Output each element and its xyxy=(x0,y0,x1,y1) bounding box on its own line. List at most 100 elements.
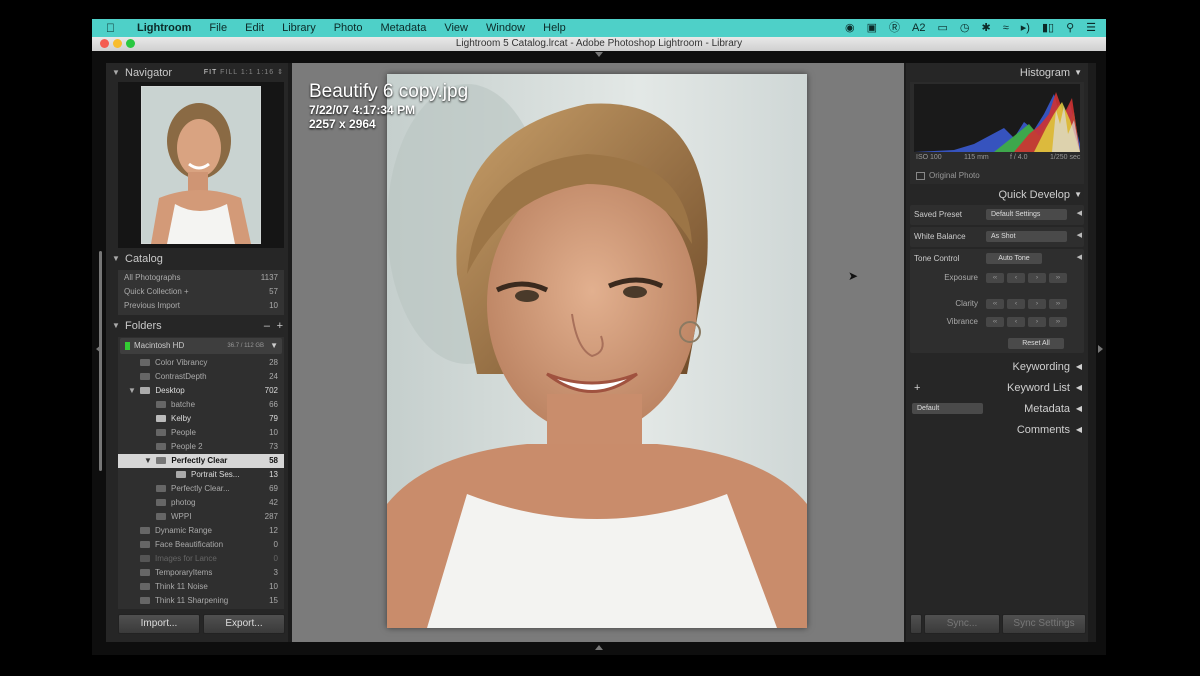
folder-item[interactable]: Think 11 Noise 10 xyxy=(118,580,284,594)
search-icon[interactable]: ⚲ xyxy=(1066,19,1074,37)
notification-icon[interactable]: ☰ xyxy=(1086,19,1096,37)
catalog-header[interactable]: ▼ Catalog xyxy=(106,250,288,268)
folder-item-selected[interactable]: ▼ Perfectly Clear 58 xyxy=(118,454,284,468)
folder-item[interactable]: WPPI 287 xyxy=(118,510,284,524)
quick-develop-header[interactable]: Quick Develop ▼ xyxy=(906,186,1088,204)
bluetooth-icon[interactable]: ✱ xyxy=(982,19,991,37)
zoom-window-button[interactable] xyxy=(126,39,135,48)
comments-header[interactable]: Comments ◀ xyxy=(906,421,1088,439)
script-icon[interactable]: Ⓡ xyxy=(889,19,900,37)
histogram-header[interactable]: Histogram ▼ xyxy=(906,64,1088,82)
left-scrollbar[interactable] xyxy=(99,251,102,471)
vibrance-dec-large[interactable]: ‹‹ xyxy=(986,317,1004,327)
nav-mode-arrows-icon[interactable]: ⇕ xyxy=(277,69,284,76)
folder-item[interactable]: Face Beautification 0 xyxy=(118,538,284,552)
expand-triangle-icon[interactable]: ▼ xyxy=(144,456,152,465)
menu-edit[interactable]: Edit xyxy=(236,19,273,37)
loupe-view[interactable]: Beautify 6 copy.jpg 7/22/07 4:17:34 PM 2… xyxy=(292,63,904,642)
menu-library[interactable]: Library xyxy=(273,19,325,37)
navigator-header[interactable]: ▼ Navigator FIT FILL 1:1 1:16 ⇕ xyxy=(106,64,288,82)
folder-item[interactable]: Images for Lance 0 xyxy=(118,552,284,566)
exposure-dec-small[interactable]: ‹ xyxy=(1007,273,1025,283)
add-keyword-button[interactable]: + xyxy=(914,379,920,397)
creative-cloud-icon[interactable]: ◉ xyxy=(845,19,855,37)
top-panel-toggle[interactable] xyxy=(595,52,603,57)
time-machine-icon[interactable]: ◷ xyxy=(960,19,970,37)
expand-arrow-icon[interactable]: ◀ xyxy=(1077,209,1082,217)
folder-item[interactable]: People 10 xyxy=(118,426,284,440)
folder-item[interactable]: Perfectly Clear... 69 xyxy=(118,482,284,496)
sync-button[interactable]: Sync... xyxy=(924,614,1000,634)
folder-item[interactable]: Kelby 79 xyxy=(118,412,284,426)
folder-item[interactable]: Think 11 Sharpening 15 xyxy=(118,594,284,608)
keyword-list-header[interactable]: + Keyword List ◀ xyxy=(906,379,1088,397)
adobe-icon[interactable]: A2 xyxy=(912,19,925,37)
sync-toggle-switch[interactable] xyxy=(910,614,922,634)
folder-item[interactable]: ContrastDepth 24 xyxy=(118,370,284,384)
white-balance-select[interactable]: As Shot xyxy=(986,231,1067,242)
main-photo[interactable] xyxy=(387,74,807,628)
catalog-item-previous-import[interactable]: Previous Import 10 xyxy=(118,299,284,313)
battery-icon[interactable]: ▮▯ xyxy=(1042,19,1054,37)
nav-mode-1-16[interactable]: 1:16 xyxy=(257,69,275,76)
expand-arrow-icon[interactable]: ◀ xyxy=(1077,231,1082,239)
clarity-dec-large[interactable]: ‹‹ xyxy=(986,299,1004,309)
app-status-icon[interactable]: ▣ xyxy=(867,19,877,37)
remove-folder-button[interactable]: – xyxy=(264,317,270,335)
menu-metadata[interactable]: Metadata xyxy=(371,19,435,37)
bottom-panel-toggle[interactable] xyxy=(595,645,603,650)
clarity-inc-small[interactable]: › xyxy=(1028,299,1046,309)
nav-mode-fill[interactable]: FILL xyxy=(220,69,238,76)
folder-item[interactable]: ▼ Desktop 702 xyxy=(118,384,284,398)
saved-preset-select[interactable]: Default Settings xyxy=(986,209,1067,220)
catalog-item-all-photographs[interactable]: All Photographs 1137 xyxy=(118,271,284,285)
menu-photo[interactable]: Photo xyxy=(325,19,372,37)
right-panel-toggle[interactable] xyxy=(1098,345,1103,353)
keywording-header[interactable]: Keywording ◀ xyxy=(906,358,1088,376)
menu-file[interactable]: File xyxy=(200,19,236,37)
close-window-button[interactable] xyxy=(100,39,109,48)
checkbox-icon[interactable] xyxy=(916,171,925,180)
expand-triangle-icon[interactable]: ▼ xyxy=(128,386,136,395)
menu-help[interactable]: Help xyxy=(534,19,575,37)
volume-macintosh-hd[interactable]: Macintosh HD 36.7 / 112 GB ▼ xyxy=(120,338,282,354)
menu-view[interactable]: View xyxy=(435,19,477,37)
minimize-window-button[interactable] xyxy=(113,39,122,48)
reset-all-button[interactable]: Reset All xyxy=(1008,338,1064,349)
metadata-preset-select[interactable]: Default xyxy=(912,403,983,414)
clarity-inc-large[interactable]: ›› xyxy=(1049,299,1067,309)
wifi-icon[interactable]: ≈ xyxy=(1003,19,1009,37)
volume-icon[interactable]: ▸) xyxy=(1021,19,1030,37)
apple-icon[interactable]:  xyxy=(106,19,115,37)
nav-mode-fit[interactable]: FIT xyxy=(204,69,217,76)
exposure-inc-large[interactable]: ›› xyxy=(1049,273,1067,283)
original-photo-toggle[interactable]: Original Photo xyxy=(916,171,980,180)
folder-item[interactable]: batche 66 xyxy=(118,398,284,412)
import-button[interactable]: Import... xyxy=(118,614,200,634)
folder-item[interactable]: TemporaryItems 3 xyxy=(118,566,284,580)
folder-item[interactable]: People 2 73 xyxy=(118,440,284,454)
menu-window[interactable]: Window xyxy=(477,19,534,37)
folder-item[interactable]: Dynamic Range 12 xyxy=(118,524,284,538)
add-folder-button[interactable]: + xyxy=(277,317,283,335)
menu-lightroom[interactable]: Lightroom xyxy=(128,19,200,37)
folders-header[interactable]: ▼ Folders – + xyxy=(106,317,288,335)
vibrance-inc-large[interactable]: ›› xyxy=(1049,317,1067,327)
clarity-dec-small[interactable]: ‹ xyxy=(1007,299,1025,309)
folder-item[interactable]: Portrait Ses... 13 xyxy=(118,468,284,482)
export-button[interactable]: Export... xyxy=(203,614,285,634)
nav-mode-1-1[interactable]: 1:1 xyxy=(241,69,254,76)
folder-item[interactable]: photog 42 xyxy=(118,496,284,510)
vibrance-inc-small[interactable]: › xyxy=(1028,317,1046,327)
exposure-dec-large[interactable]: ‹‹ xyxy=(986,273,1004,283)
vibrance-dec-small[interactable]: ‹ xyxy=(1007,317,1025,327)
histogram-graph[interactable] xyxy=(914,84,1080,152)
sync-settings-button[interactable]: Sync Settings xyxy=(1002,614,1086,634)
auto-tone-button[interactable]: Auto Tone xyxy=(986,253,1042,264)
catalog-item-quick-collection[interactable]: Quick Collection + 57 xyxy=(118,285,284,299)
navigator-preview[interactable] xyxy=(118,82,284,248)
expand-arrow-icon[interactable]: ◀ xyxy=(1077,253,1082,261)
metadata-header[interactable]: Default Metadata ◀ xyxy=(906,400,1088,418)
exposure-inc-small[interactable]: › xyxy=(1028,273,1046,283)
volume-triangle-icon[interactable]: ▼ xyxy=(270,338,278,354)
